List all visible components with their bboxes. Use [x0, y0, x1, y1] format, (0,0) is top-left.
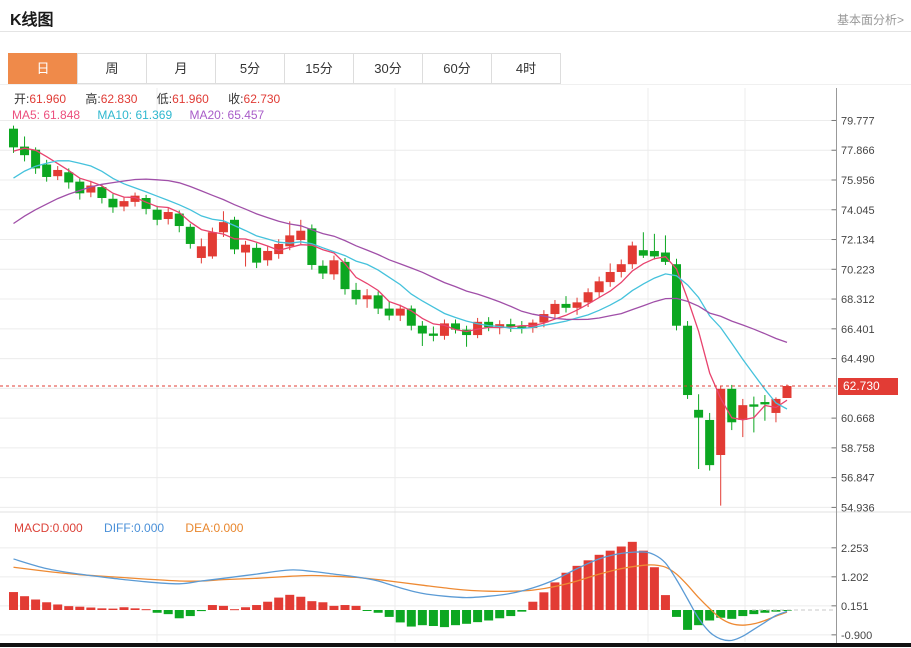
tab-4时[interactable]: 4时 — [491, 53, 561, 84]
tab-15分[interactable]: 15分 — [284, 53, 354, 84]
current-price-badge: 62.730 — [838, 378, 898, 395]
svg-text:0.151: 0.151 — [841, 601, 869, 613]
chart-canvas[interactable]: 79.777 77.866 75.956 74.045 72.134 70.223 68.3… — [0, 88, 911, 648]
tab-周[interactable]: 周 — [77, 53, 147, 84]
page-title: K线图 — [10, 6, 54, 30]
svg-text:75.956: 75.956 — [841, 175, 875, 187]
svg-text:77.866: 77.866 — [841, 145, 875, 157]
svg-text:74.045: 74.045 — [841, 205, 875, 217]
svg-text:2.253: 2.253 — [841, 543, 869, 555]
svg-text:60.668: 60.668 — [841, 413, 875, 425]
chart-area: 79.777 77.866 75.956 74.045 72.134 70.223 68.3… — [0, 88, 911, 648]
tab-60分[interactable]: 60分 — [422, 53, 492, 84]
svg-text:1.202: 1.202 — [841, 572, 869, 584]
tab-bar: 日周月5分15分30分60分4时 — [8, 53, 561, 84]
fundamental-analysis-link[interactable]: 基本面分析> — [837, 11, 904, 28]
tab-月[interactable]: 月 — [146, 53, 216, 84]
svg-text:70.223: 70.223 — [841, 264, 875, 276]
svg-text:66.401: 66.401 — [841, 324, 875, 336]
svg-text:56.847: 56.847 — [841, 473, 875, 485]
svg-text:68.312: 68.312 — [841, 294, 875, 306]
tab-日[interactable]: 日 — [8, 53, 78, 84]
tab-30分[interactable]: 30分 — [353, 53, 423, 84]
svg-text:-0.900: -0.900 — [841, 630, 872, 642]
tab-underline — [0, 84, 911, 85]
header-divider — [0, 31, 911, 32]
svg-text:72.134: 72.134 — [841, 235, 875, 247]
tab-5分[interactable]: 5分 — [215, 53, 285, 84]
svg-text:64.490: 64.490 — [841, 354, 875, 366]
svg-text:79.777: 79.777 — [841, 115, 875, 127]
svg-text:58.758: 58.758 — [841, 443, 875, 455]
kline-page: K线图 基本面分析> 日周月5分15分30分60分4时 79.777 77.866… — [0, 0, 911, 648]
svg-text:54.936: 54.936 — [841, 502, 875, 514]
